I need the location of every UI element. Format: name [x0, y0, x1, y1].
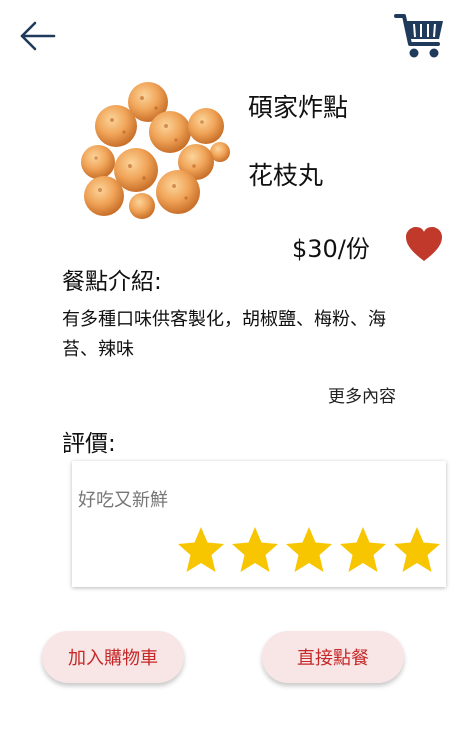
- heart-icon: [406, 227, 442, 261]
- star-icon: [340, 527, 386, 572]
- cart-button[interactable]: [394, 12, 446, 60]
- shopping-cart-icon: [394, 14, 443, 58]
- intro-title: 餐點介紹:: [62, 269, 162, 295]
- review-card: 好吃又新鮮: [72, 461, 446, 587]
- star-icon: [394, 527, 440, 572]
- order-now-button[interactable]: 直接點餐: [262, 631, 404, 683]
- star-icon: [286, 527, 332, 572]
- intro-description: 有多種口味供客製化，胡椒鹽、梅粉、海苔、辣味: [62, 309, 386, 360]
- star-icon: [178, 527, 224, 572]
- add-to-cart-button[interactable]: 加入購物車: [42, 631, 184, 683]
- shop-name: 碩家炸點: [248, 93, 349, 122]
- product-name: 花枝丸: [248, 161, 324, 190]
- star-icon: [232, 527, 278, 572]
- back-button[interactable]: [18, 18, 58, 54]
- fried-balls-food-image: [81, 82, 230, 219]
- product-price: $30/份: [292, 235, 370, 263]
- favorite-button[interactable]: [404, 226, 444, 264]
- review-text: 好吃又新鮮: [78, 490, 168, 511]
- review-title: 評價:: [62, 431, 116, 457]
- arrow-left-icon: [20, 21, 56, 51]
- more-content-link[interactable]: 更多內容: [328, 382, 396, 407]
- star-rating: [176, 525, 442, 575]
